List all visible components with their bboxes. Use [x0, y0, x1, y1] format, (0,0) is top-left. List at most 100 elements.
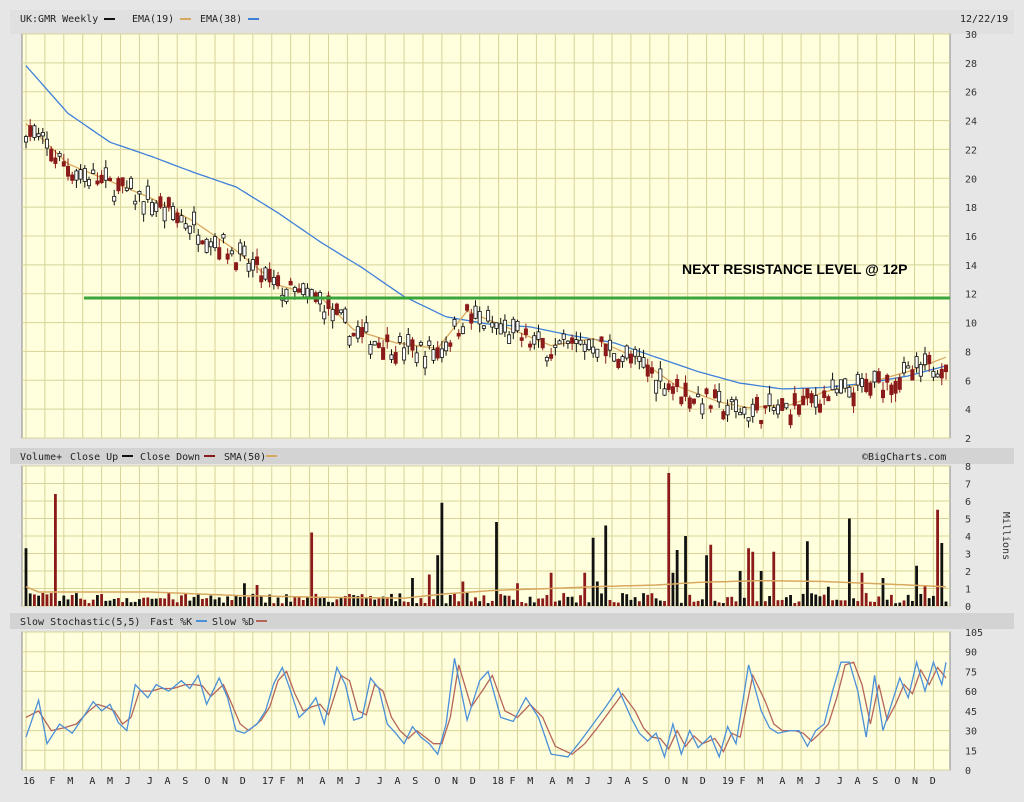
volume-bar — [142, 597, 146, 606]
price-bar — [788, 414, 793, 426]
price-bar — [381, 347, 386, 360]
volume-unit-label: Millions — [1000, 512, 1011, 560]
volume-bar — [163, 598, 167, 606]
price-bar — [599, 336, 604, 342]
volume-bar — [705, 555, 708, 606]
price-bar — [213, 236, 218, 249]
price-bar — [880, 389, 885, 399]
x-tick-label: S — [642, 776, 648, 787]
close-up-label: Close Up — [70, 452, 118, 463]
volume-bar — [154, 598, 158, 606]
0-tick-label: 24 — [965, 117, 977, 128]
volume-bar — [364, 598, 368, 606]
volume-bar — [150, 598, 154, 606]
price-bar — [477, 311, 482, 325]
volume-bar — [402, 601, 406, 606]
price-bar — [918, 364, 923, 377]
volume-bar — [583, 572, 587, 606]
price-bar — [423, 355, 428, 369]
volume-bar — [625, 594, 629, 606]
watermark: ©BigCharts.com — [862, 452, 946, 463]
volume-bar — [499, 594, 503, 606]
price-bar — [45, 138, 50, 149]
volume-bar — [318, 598, 322, 606]
x-tick-label: A — [319, 776, 325, 787]
chart-svg: UK:GMR Weekly EMA(19) EMA(38) 12/22/19 V… — [10, 10, 1014, 787]
fastk-legend-swatch — [196, 620, 207, 622]
volume-bar — [62, 595, 66, 606]
volume-bar — [495, 522, 498, 606]
1-tick-label: 7 — [965, 480, 971, 491]
volume-bar — [663, 601, 666, 606]
volume-bar — [612, 602, 616, 606]
2-tick-label: 15 — [965, 746, 977, 757]
sma50-legend-label: SMA(50) — [224, 452, 266, 463]
volume-bar — [826, 586, 830, 606]
price-bar — [263, 267, 268, 280]
ema38-legend-label: EMA(38) — [200, 14, 242, 25]
price-bar — [855, 373, 860, 386]
price-bar — [624, 345, 629, 359]
sma50-legend-swatch — [266, 455, 277, 457]
0-tick-label: 10 — [965, 319, 977, 330]
volume-bar — [406, 602, 410, 606]
price-bar — [91, 169, 96, 174]
price-bar — [691, 398, 696, 404]
price-bar — [910, 369, 915, 381]
volume-bar — [881, 578, 885, 606]
volume-bar — [444, 603, 448, 606]
volume-bar — [671, 572, 675, 606]
volume-bar — [171, 599, 175, 606]
price-bar — [284, 288, 289, 302]
price-bar — [641, 357, 646, 368]
volume-bar — [100, 594, 104, 606]
x-tick-label: A — [165, 776, 171, 787]
price-bar — [830, 379, 835, 391]
volume-bar — [553, 601, 557, 606]
price-bar — [158, 196, 163, 208]
volume-bar — [759, 571, 763, 606]
price-bar — [725, 404, 730, 416]
volume-bar — [243, 583, 246, 606]
volume-bar — [927, 598, 931, 606]
1-tick-label: 1 — [965, 585, 971, 596]
volume-bar — [276, 597, 280, 606]
price-bar — [87, 179, 92, 187]
x-tick-label: J — [585, 776, 591, 787]
x-tick-label: O — [664, 776, 670, 787]
volume-bar — [818, 596, 822, 606]
volume-bar — [310, 532, 314, 606]
volume-bar — [587, 602, 591, 606]
1-tick-label: 3 — [965, 550, 971, 561]
volume-bar — [201, 598, 204, 606]
volume-bar — [478, 601, 482, 606]
x-tick-label: O — [894, 776, 900, 787]
price-bar — [124, 187, 129, 191]
price-bar — [935, 373, 940, 378]
volume-bar — [801, 593, 805, 606]
volume-bar — [49, 593, 53, 606]
volume-bar — [247, 597, 251, 606]
chart-date: 12/22/19 — [960, 14, 1008, 25]
volume-bar — [873, 601, 876, 606]
symbol-label: UK:GMR Weekly — [20, 14, 98, 25]
volume-bar — [658, 600, 662, 606]
x-tick-label: M — [297, 776, 303, 787]
volume-bar — [474, 597, 477, 606]
stock-chart: UK:GMR Weekly EMA(19) EMA(38) 12/22/19 V… — [0, 0, 1024, 798]
price-bar — [570, 337, 575, 344]
ema19-legend-label: EMA(19) — [132, 14, 174, 25]
price-bar — [616, 359, 621, 368]
x-tick-label: A — [395, 776, 401, 787]
x-tick-label: J — [355, 776, 361, 787]
volume-bar — [675, 550, 679, 606]
1-tick-label: 8 — [965, 462, 971, 473]
price-bar — [670, 386, 675, 394]
volume-bar — [814, 594, 818, 606]
price-bar — [775, 404, 780, 415]
volume-bar — [70, 594, 74, 606]
price-bar — [297, 288, 302, 293]
volume-bar — [537, 598, 540, 606]
volume-bar — [507, 595, 511, 606]
volume-bar — [910, 600, 914, 606]
